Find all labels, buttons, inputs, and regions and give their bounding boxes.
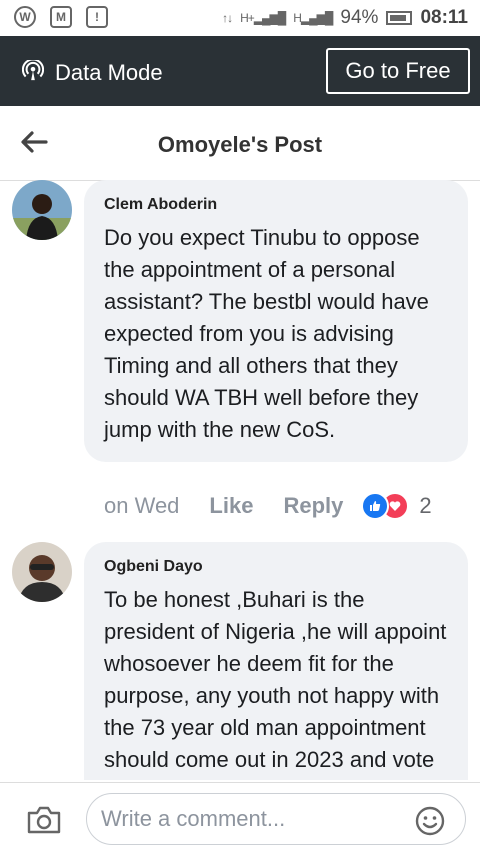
- battery-percent: 94%: [340, 7, 379, 28]
- reactions[interactable]: 2: [361, 492, 432, 520]
- comment-feed[interactable]: Clem Aboderin Do you expect Tinubu to op…: [0, 180, 480, 780]
- avatar-image: [12, 180, 72, 240]
- comment-author[interactable]: Ogbeni Dayo: [104, 558, 450, 576]
- status-bar: W M ! ↑↓ H+▂▄▆█ H▂▄▆█ 94% 08:11: [0, 0, 480, 36]
- data-mode-label: Data Mode: [55, 60, 163, 85]
- comment-bubble[interactable]: Clem Aboderin Do you expect Tinubu to op…: [84, 180, 468, 462]
- clock: 08:11: [420, 7, 468, 28]
- go-to-free-button[interactable]: Go to Free: [326, 48, 470, 94]
- comment-text: To be honest ,Buhari is the president of…: [104, 587, 447, 780]
- reply-button[interactable]: Reply: [283, 493, 343, 519]
- reaction-count: 2: [419, 493, 432, 518]
- battery-icon: [386, 11, 413, 25]
- signal-icon-2: H▂▄▆█: [293, 11, 333, 25]
- avatar-image: [12, 542, 72, 602]
- signal-icon: H+▂▄▆█: [240, 11, 286, 25]
- avatar[interactable]: [12, 542, 72, 602]
- alert-icon: !: [86, 6, 108, 28]
- comment-time: on Wed: [104, 493, 180, 518]
- data-mode-bar: Data Mode Go to Free: [0, 36, 480, 106]
- broadcast-icon: [22, 60, 44, 81]
- comment-input[interactable]: [86, 793, 466, 845]
- comment-actions: on Wed Like Reply 2: [104, 492, 432, 520]
- like-button[interactable]: Like: [209, 493, 253, 519]
- emoji-icon[interactable]: [414, 805, 446, 837]
- avatar[interactable]: [12, 180, 72, 240]
- mail-icon: M: [50, 6, 72, 28]
- wordpress-icon: W: [14, 6, 36, 28]
- comment-text: Do you expect Tinubu to oppose the appoi…: [104, 225, 429, 442]
- comment-bubble[interactable]: Ogbeni Dayo To be honest ,Buhari is the …: [84, 542, 468, 780]
- comment-author[interactable]: Clem Aboderin: [104, 196, 450, 214]
- data-transfer-icon: ↑↓: [222, 11, 233, 25]
- post-header: Omoyele's Post: [0, 106, 480, 181]
- page-title: Omoyele's Post: [157, 132, 323, 157]
- comment-composer: [0, 782, 480, 855]
- camera-icon[interactable]: [26, 805, 62, 835]
